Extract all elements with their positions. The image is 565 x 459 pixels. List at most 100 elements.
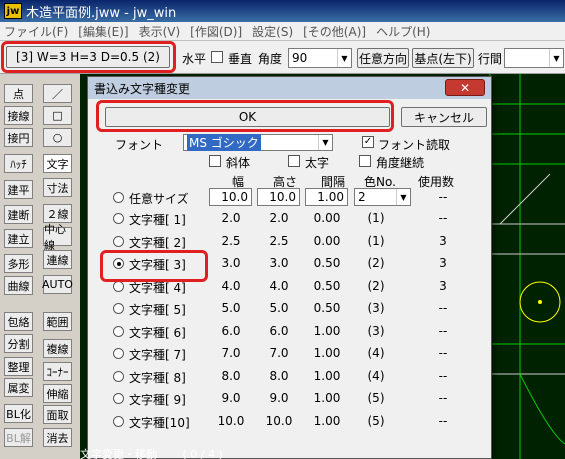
bold-checkbox[interactable] [288, 155, 300, 167]
font-read-checkbox[interactable]: ✓ [362, 136, 374, 148]
tool-range[interactable]: 範囲 [43, 312, 72, 331]
text-type-radio[interactable] [113, 281, 124, 292]
text-type-label: 文字種[ 9] [129, 393, 186, 407]
tool-block-create[interactable]: BL化 [4, 404, 33, 423]
text-type-usage: -- [438, 391, 448, 405]
text-type-spacing: 1.00 [313, 369, 341, 383]
text-type-usage: -- [438, 301, 448, 315]
menu-other[interactable]: [その他(A)] [303, 23, 366, 40]
font-select[interactable]: MS ゴシック ▼ [183, 134, 333, 151]
arbitrary-direction-button[interactable]: 任意方向 [357, 48, 409, 68]
custom-spacing-input[interactable]: 1.00 [305, 188, 348, 206]
custom-color-value: 2 [358, 190, 366, 204]
text-type-color: (2) [367, 279, 385, 293]
text-type-radio[interactable] [113, 303, 124, 314]
text-type-radio[interactable] [113, 371, 124, 382]
text-type-width: 10.0 [217, 414, 245, 428]
menu-bar: ファイル(F) [編集(E)] 表示(V) [作図(D)] 設定(S) [その他… [0, 22, 565, 41]
tool-hatch[interactable]: ﾊｯﾁ [4, 154, 33, 173]
text-type-color: (4) [367, 369, 385, 383]
text-type-label: 文字種[ 7] [129, 348, 186, 362]
tool-curve[interactable]: 曲線 [4, 276, 33, 295]
tool-tangent-circle[interactable]: 接円 [4, 128, 33, 147]
italic-checkbox[interactable] [209, 155, 221, 167]
tool-building-plan[interactable]: 建平 [4, 180, 33, 199]
tool-point[interactable]: 点 [4, 84, 33, 103]
custom-size-radio[interactable] [113, 192, 124, 203]
vertical-label: 垂直 [228, 52, 253, 66]
dialog-title-bar: 書込み文字種変更 ✕ [88, 77, 491, 99]
menu-settings[interactable]: 設定(S) [252, 23, 293, 40]
tool-block-release[interactable]: BL解 [4, 428, 33, 447]
text-type-usage: 3 [439, 234, 447, 248]
tool-stretch[interactable]: 伸縮 [43, 384, 72, 403]
base-point-button[interactable]: 基点(左下) [412, 48, 474, 68]
text-type-radio[interactable] [113, 326, 124, 337]
text-type-spacing: 0.50 [313, 301, 341, 315]
angle-select[interactable]: 90 ▼ [288, 48, 352, 68]
close-button[interactable]: ✕ [445, 79, 485, 96]
text-type-label: 文字種[ 5] [129, 303, 186, 317]
tool-offset[interactable]: 複線 [43, 339, 72, 358]
text-type-usage: -- [438, 346, 448, 360]
tool-center-line[interactable]: 中心線 [43, 223, 72, 252]
text-type-height: 10.0 [265, 414, 293, 428]
text-type-height: 6.0 [269, 324, 289, 338]
text-type-radio[interactable] [113, 348, 124, 359]
tool-rectangle[interactable]: □ [43, 106, 72, 125]
tool-building-elevation[interactable]: 建立 [4, 229, 33, 248]
tool-attribute-change[interactable]: 属変 [4, 378, 33, 397]
custom-color-select[interactable]: 2 ▼ [354, 188, 411, 206]
italic-label: 斜体 [226, 156, 251, 170]
text-toolbar: [3] W=3 H=3 D=0.5 (2) 水平 垂直 角度 90 ▼ 任意方向… [0, 41, 565, 74]
text-type-dialog: 書込み文字種変更 ✕ OK キャンセル フォント MS ゴシック ▼ ✓ フォン… [87, 76, 492, 459]
text-type-label: 文字種[ 1] [129, 213, 186, 227]
text-type-color: (1) [367, 234, 385, 248]
tool-split[interactable]: 分割 [4, 334, 33, 353]
text-type-spacing: 0.50 [313, 256, 341, 270]
tool-building-section[interactable]: 建断 [4, 205, 33, 224]
horizontal-checkbox[interactable] [211, 51, 223, 63]
text-type-color: (1) [367, 211, 385, 225]
custom-width-input[interactable]: 10.0 [209, 188, 252, 206]
custom-size-label: 任意サイズ [129, 192, 189, 206]
tool-chamfer[interactable]: 面取 [43, 405, 72, 424]
menu-help[interactable]: ヘルプ(H) [376, 23, 430, 40]
tool-circle[interactable]: ○ [43, 128, 72, 147]
tool-envelope[interactable]: 包絡 [4, 312, 33, 331]
text-type-radio[interactable] [113, 236, 124, 247]
text-type-radio[interactable] [113, 416, 124, 427]
cancel-button[interactable]: キャンセル [401, 107, 487, 127]
text-type-color: (4) [367, 346, 385, 360]
text-type-label: 文字種[ 6] [129, 326, 186, 340]
tool-auto[interactable]: AUTO [42, 275, 73, 294]
menu-view[interactable]: 表示(V) [139, 23, 181, 40]
text-type-usage: 3 [439, 256, 447, 270]
tool-polygon[interactable]: 多形 [4, 254, 33, 273]
menu-edit[interactable]: [編集(E)] [78, 23, 128, 40]
highlight-selected-row [100, 250, 208, 282]
tool-line[interactable]: ／ [43, 84, 72, 103]
tool-palette: 点 ／ 接線 □ 接円 ○ ﾊｯﾁ 文字 建平 寸法 建断 ２線 建立 中心線 … [0, 74, 80, 459]
text-type-radio[interactable] [113, 393, 124, 404]
tool-erase[interactable]: 消去 [43, 428, 72, 447]
menu-draw[interactable]: [作図(D)] [190, 23, 242, 40]
text-type-spacing: 0.00 [313, 234, 341, 248]
tool-text[interactable]: 文字 [43, 154, 72, 173]
angle-continue-checkbox[interactable] [359, 155, 371, 167]
highlight-text-type [1, 41, 176, 73]
tool-organize[interactable]: 整理 [4, 357, 33, 376]
tool-continuous-line[interactable]: 連線 [43, 250, 72, 269]
tool-dimension[interactable]: 寸法 [43, 178, 72, 197]
custom-height-value: 10.0 [269, 190, 296, 204]
line-spacing-select[interactable]: ▼ [504, 48, 564, 68]
tool-tangent[interactable]: 接線 [4, 106, 33, 125]
menu-file[interactable]: ファイル(F) [4, 23, 68, 40]
custom-usage: -- [438, 190, 448, 204]
tool-corner[interactable]: ｺｰﾅｰ [43, 362, 72, 381]
text-type-radio[interactable] [113, 213, 124, 224]
text-type-width: 9.0 [221, 391, 241, 405]
custom-height-input[interactable]: 10.0 [257, 188, 300, 206]
text-type-color: (5) [367, 391, 385, 405]
text-type-usage: -- [438, 414, 448, 428]
